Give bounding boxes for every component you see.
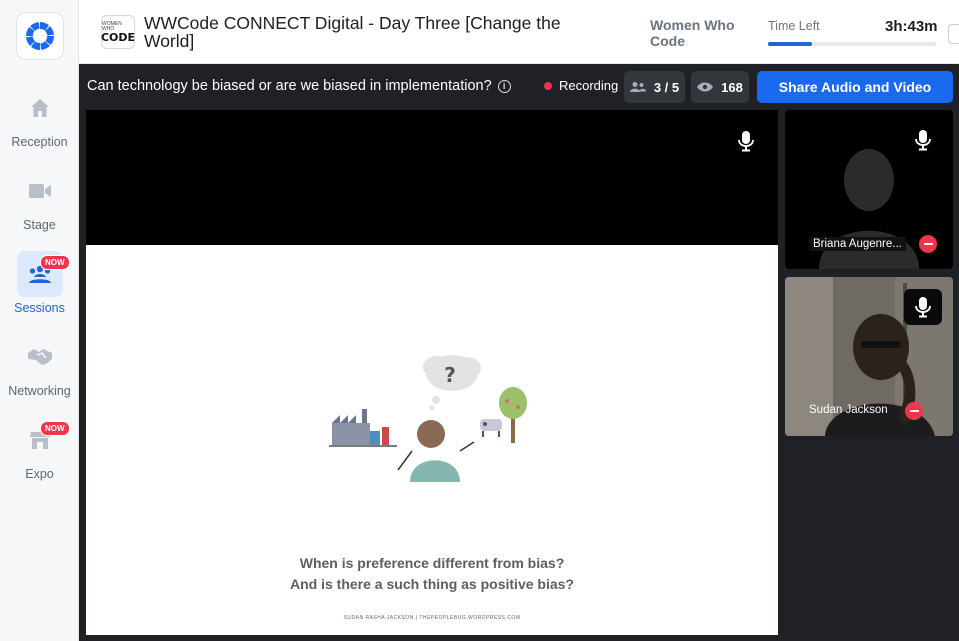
sessions-now-badge: NOW <box>40 255 70 270</box>
nav-label-networking: Networking <box>8 384 71 398</box>
event-title: WWCode CONNECT Digital - Day Three [Chan… <box>144 13 561 51</box>
participant-name: Sudan Jackson <box>809 404 888 416</box>
organizer-name[interactable]: Women Who Code <box>650 17 760 49</box>
recording-dot-icon <box>544 81 552 90</box>
event-logo: WOMEN WHO CODE <box>101 15 135 49</box>
remove-participant-button[interactable] <box>919 235 937 253</box>
event-logo-big-text: CODE <box>100 30 136 44</box>
eye-icon <box>697 82 714 92</box>
time-left-value: 3h:43m <box>885 18 938 35</box>
app-logo-icon <box>26 22 54 50</box>
share-audio-video-button[interactable]: Share Audio and Video <box>757 71 953 103</box>
participant-tile[interactable]: Briana Augenre... <box>785 110 953 269</box>
left-navigation: Reception Stage NOW Sessions Networking <box>0 0 79 641</box>
nav-label-stage: Stage <box>23 218 56 232</box>
speakers-count: 3 / 5 <box>653 79 680 95</box>
nav-item-reception[interactable]: Reception <box>0 85 79 165</box>
screen-share-presentation: ? When is preference different from bias… <box>86 110 778 635</box>
video-camera-icon <box>17 168 63 214</box>
time-left-progress <box>768 42 936 46</box>
slide-illustration: ? <box>329 355 527 482</box>
session-title-row: Can technology be biased or are we biase… <box>87 78 511 94</box>
session-title: Can technology be biased or are we biase… <box>87 78 492 94</box>
nav-item-sessions[interactable]: NOW Sessions <box>0 251 79 331</box>
microphone-icon <box>913 128 933 152</box>
active-speaker-microphone-icon <box>904 289 942 325</box>
cow-icon <box>480 419 502 437</box>
nav-label-expo: Expo <box>25 467 54 481</box>
participant-tile[interactable]: Sudan Jackson <box>785 277 953 436</box>
viewers-count: 168 <box>721 79 743 95</box>
viewers-count-pill[interactable]: 168 <box>691 71 749 103</box>
home-icon <box>17 85 63 131</box>
recording-label: Recording <box>559 78 619 93</box>
person-illustration <box>397 420 475 482</box>
tree-icon <box>499 387 527 443</box>
factory-icon <box>329 409 397 447</box>
slide-question-line-1: When is preference different from bias? <box>299 555 565 571</box>
nav-label-sessions: Sessions <box>14 301 65 315</box>
handshake-icon <box>17 334 63 380</box>
time-left-label: Time Left <box>768 19 820 33</box>
slide: ? When is preference different from bias… <box>86 245 778 635</box>
expo-now-badge: NOW <box>40 421 70 436</box>
participant-name: Briana Augenre... <box>809 237 906 251</box>
nav-item-expo[interactable]: NOW Expo <box>0 417 79 497</box>
microphone-icon <box>736 129 756 153</box>
slide-question-line-2: And is there a such thing as positive bi… <box>290 576 574 592</box>
thought-question-mark: ? <box>444 363 456 387</box>
remove-participant-button[interactable] <box>905 402 923 420</box>
event-logo-small-text: WOMEN WHO <box>102 20 122 32</box>
time-left-progress-fill <box>768 42 812 46</box>
speakers-count-pill[interactable]: 3 / 5 <box>624 71 685 103</box>
header-edge-button[interactable] <box>948 24 959 44</box>
nav-item-networking[interactable]: Networking <box>0 334 79 414</box>
nav-item-stage[interactable]: Stage <box>0 168 79 248</box>
people-icon <box>629 82 646 92</box>
session-stage: Can technology be biased or are we biase… <box>79 64 959 641</box>
recording-indicator: Recording <box>544 78 618 93</box>
slide-credit: SUDAN RASHA JACKSON | THEPEOPLEBUG.WORDP… <box>343 615 521 621</box>
nav-label-reception: Reception <box>11 135 68 149</box>
header-bar: WOMEN WHO CODE WWCode CONNECT Digital - … <box>79 0 959 64</box>
app-logo[interactable] <box>16 12 64 60</box>
info-icon[interactable]: i <box>497 79 511 93</box>
